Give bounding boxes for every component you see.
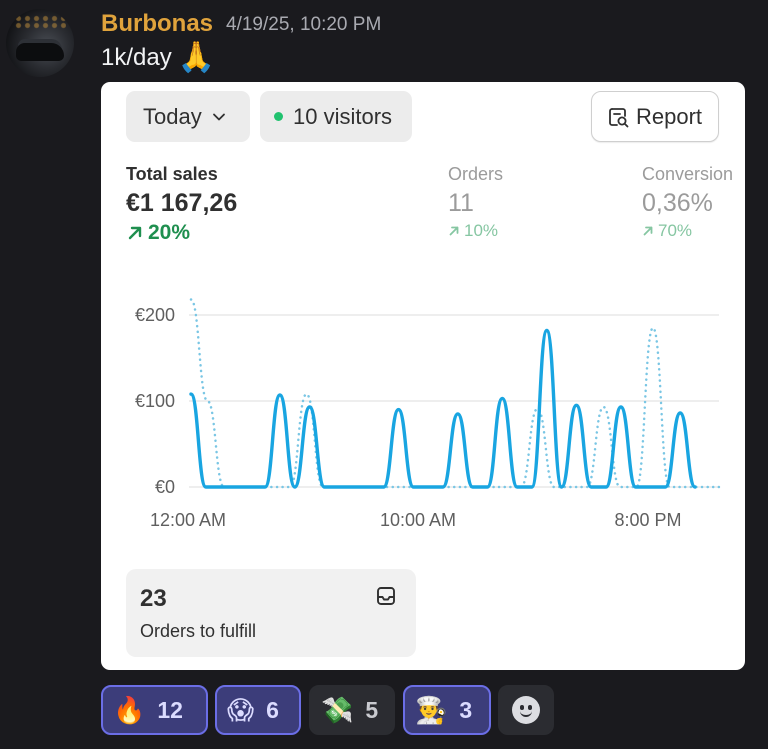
- reaction-money[interactable]: 💸 5: [309, 685, 395, 735]
- series-line-current: [189, 328, 697, 489]
- arrow-up-right-icon: [128, 226, 142, 240]
- reaction-shocked[interactable]: 😱 6: [215, 685, 301, 735]
- date-filter-label: Today: [143, 103, 202, 129]
- message-body: 1k/day 🙏: [101, 43, 215, 73]
- message-timestamp: 4/19/25, 10:20 PM: [226, 14, 382, 35]
- report-label: Report: [635, 103, 703, 129]
- screenshot-card[interactable]: Today 10 visitors Report Total sales €1 …: [101, 82, 745, 670]
- metric-change: 70%: [642, 221, 733, 241]
- metric-conversion[interactable]: Conversion 0,36% 70%: [642, 164, 733, 241]
- metric-label: Total sales: [126, 164, 218, 184]
- add-reaction-button[interactable]: [498, 685, 554, 735]
- pray-emoji: 🙏: [177, 41, 216, 74]
- reaction-fire[interactable]: 🔥 12: [101, 685, 208, 735]
- add-reaction-icon: [512, 696, 540, 724]
- x-tick-label: 12:00 AM: [150, 510, 226, 530]
- money-icon: 💸: [321, 695, 354, 725]
- visitors-label: 10 visitors: [293, 103, 393, 129]
- reaction-count: 6: [266, 696, 279, 723]
- fulfill-count: 23: [140, 585, 167, 612]
- metric-change-value: 10%: [464, 221, 499, 240]
- username[interactable]: Burbonas: [101, 10, 213, 38]
- live-dot-icon: [274, 112, 283, 121]
- reaction-count: 3: [459, 696, 473, 723]
- metric-change: 10%: [448, 221, 503, 241]
- metric-orders[interactable]: Orders 11 10%: [448, 164, 503, 241]
- x-tick-label: 8:00 PM: [614, 510, 681, 530]
- orders-to-fulfill-card[interactable]: 23 Orders to fulfill: [126, 569, 416, 657]
- metric-change: 20%: [126, 221, 237, 245]
- user-avatar[interactable]: [6, 9, 74, 77]
- metric-value: €1 167,26: [126, 189, 238, 217]
- date-filter-dropdown[interactable]: Today: [126, 91, 250, 142]
- message-text: 1k/day: [101, 44, 172, 71]
- metric-value: 0,36%: [642, 189, 713, 217]
- metric-value: 11: [448, 189, 474, 217]
- report-button[interactable]: Report: [591, 91, 719, 142]
- reaction-count: 12: [157, 696, 183, 723]
- chevron-down-icon: [212, 113, 225, 120]
- fulfill-label: Orders to fulfill: [140, 621, 257, 641]
- arrow-up-right-icon: [643, 226, 653, 236]
- metric-change-value: 70%: [658, 221, 693, 240]
- metric-label: Conversion: [642, 164, 734, 184]
- y-tick-label: €200: [135, 305, 175, 325]
- metric-label: Orders: [448, 164, 504, 184]
- y-tick-label: €100: [135, 391, 175, 411]
- sales-line-chart[interactable]: €200 €100 €0 12:00 AM 10:00 AM 8:00 PM: [101, 277, 745, 537]
- y-tick-label: €0: [155, 477, 175, 497]
- metric-total-sales[interactable]: Total sales €1 167,26 20%: [126, 164, 237, 245]
- arrow-up-right-icon: [449, 226, 459, 236]
- chef-icon: 👨‍🍳: [415, 695, 448, 725]
- x-tick-label: 10:00 AM: [380, 510, 456, 530]
- metric-change-value: 20%: [148, 221, 191, 244]
- shocked-face-icon: 😱: [227, 695, 255, 725]
- report-search-icon: [609, 107, 629, 127]
- reaction-count: 5: [365, 696, 379, 723]
- inbox-icon: [377, 587, 395, 605]
- fire-icon: 🔥: [113, 695, 146, 725]
- live-visitors-badge[interactable]: 10 visitors: [260, 91, 412, 142]
- reaction-chef[interactable]: 👨‍🍳 3: [403, 685, 491, 735]
